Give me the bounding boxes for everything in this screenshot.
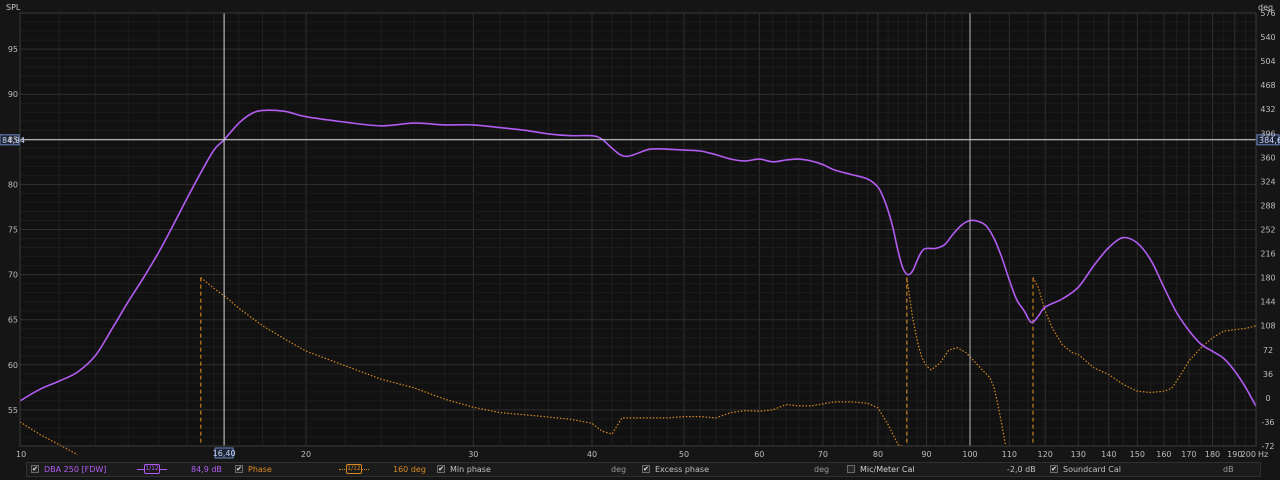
cursor-x-readout: 16,40 — [213, 449, 236, 458]
y2-tick-label: 252 — [1260, 226, 1275, 235]
mic-cal-name: Mic/Meter Cal — [860, 465, 915, 474]
y2-tick-label: 324 — [1260, 177, 1275, 186]
y2-tick-label: 396 — [1260, 129, 1275, 138]
y-tick-label: 65 — [8, 316, 18, 325]
x-tick-label: 60 — [754, 450, 764, 459]
y2-tick-label: 180 — [1260, 274, 1275, 283]
x-tick-label: 30 — [468, 450, 478, 459]
min-phase-checkbox[interactable]: ✔ — [437, 465, 445, 473]
soundcard-cal-checkbox[interactable]: ✔ — [1050, 465, 1058, 473]
y-tick-label: 70 — [8, 271, 18, 280]
phase-checkbox[interactable]: ✔ — [235, 465, 243, 473]
legend-bar: ✔ DBA 250 [FDW] 1/12 84,9 dB ✔ Phase 1/1… — [26, 462, 1261, 477]
x-tick-label: 130 — [1071, 450, 1086, 459]
x-tick-label: 90 — [921, 450, 931, 459]
x-tick-label: 100 — [962, 450, 977, 459]
y2-tick-label: 432 — [1260, 105, 1275, 114]
x-tick-label: 140 — [1101, 450, 1116, 459]
frequency-response-chart[interactable]: 16,4084,94 384,6 10 20 30 40 50 60 70 80 90 100 110… — [0, 0, 1280, 462]
soundcard-cal-unit: dB — [1223, 465, 1234, 474]
soundcard-cal-name: Soundcard Cal — [1063, 465, 1121, 474]
min-phase-name: Min phase — [450, 465, 491, 474]
series1-smoothing-badge[interactable]: 1/12 — [144, 464, 160, 474]
y-tick-label: 85 — [8, 135, 18, 144]
x-tick-label: 180 — [1205, 450, 1220, 459]
y2-axis-title: deg — [1258, 3, 1273, 12]
x-unit-label: Hz — [1258, 450, 1268, 459]
y2-tick-label: 360 — [1260, 153, 1275, 162]
mic-cal-checkbox[interactable]: ✔ — [847, 465, 855, 473]
y2-tick-label: 36 — [1263, 370, 1273, 379]
excess-phase-checkbox[interactable]: ✔ — [642, 465, 650, 473]
phase-smoothing-badge[interactable]: 1/12 — [346, 464, 362, 474]
x-tick-label: 20 — [301, 450, 311, 459]
x-tick-label: 110 — [1002, 450, 1017, 459]
x-tick-label: 80 — [873, 450, 883, 459]
x-tick-label: 120 — [1038, 450, 1053, 459]
x-tick-label: 170 — [1181, 450, 1196, 459]
phase-name: Phase — [248, 465, 272, 474]
min-phase-unit: deg — [611, 465, 627, 474]
y2-tick-label: 72 — [1263, 346, 1273, 355]
mic-cal-value: -2,0 dB — [1007, 465, 1036, 474]
x-tick-label: 50 — [679, 450, 689, 459]
y-tick-label: 75 — [8, 226, 18, 235]
excess-phase-name: Excess phase — [655, 465, 709, 474]
series1-checkbox[interactable]: ✔ — [31, 465, 39, 473]
y-tick-label: 80 — [8, 180, 18, 189]
y-tick-label: 55 — [8, 406, 18, 415]
series1-value: 84,9 dB — [191, 465, 222, 474]
y2-tick-label: 144 — [1260, 298, 1275, 307]
y2-tick-label: 504 — [1260, 57, 1275, 66]
y-axis-title: SPL — [6, 3, 21, 12]
y2-tick-label: 108 — [1260, 322, 1275, 331]
y-tick-label: 60 — [8, 361, 18, 370]
x-tick-label: 40 — [587, 450, 597, 459]
series1-name: DBA 250 [FDW] — [44, 465, 107, 474]
x-tick-label: 150 — [1130, 450, 1145, 459]
x-tick-label: 160 — [1156, 450, 1171, 459]
y-tick-label: 95 — [8, 45, 18, 54]
y-tick-label: 90 — [8, 90, 18, 99]
x-tick-label: 200 — [1241, 450, 1256, 459]
y2-tick-label: 216 — [1260, 250, 1275, 259]
x-tick-label: 10 — [16, 450, 26, 459]
x-tick-label: 70 — [818, 450, 828, 459]
y2-tick-label: 288 — [1260, 201, 1275, 210]
y2-tick-label: 0 — [1265, 394, 1270, 403]
y2-tick-label: 468 — [1260, 81, 1275, 90]
y2-tick-label: 540 — [1260, 33, 1275, 42]
excess-phase-unit: deg — [814, 465, 830, 474]
y2-tick-label: -36 — [1261, 418, 1274, 427]
phase-value: 160 deg — [393, 465, 426, 474]
